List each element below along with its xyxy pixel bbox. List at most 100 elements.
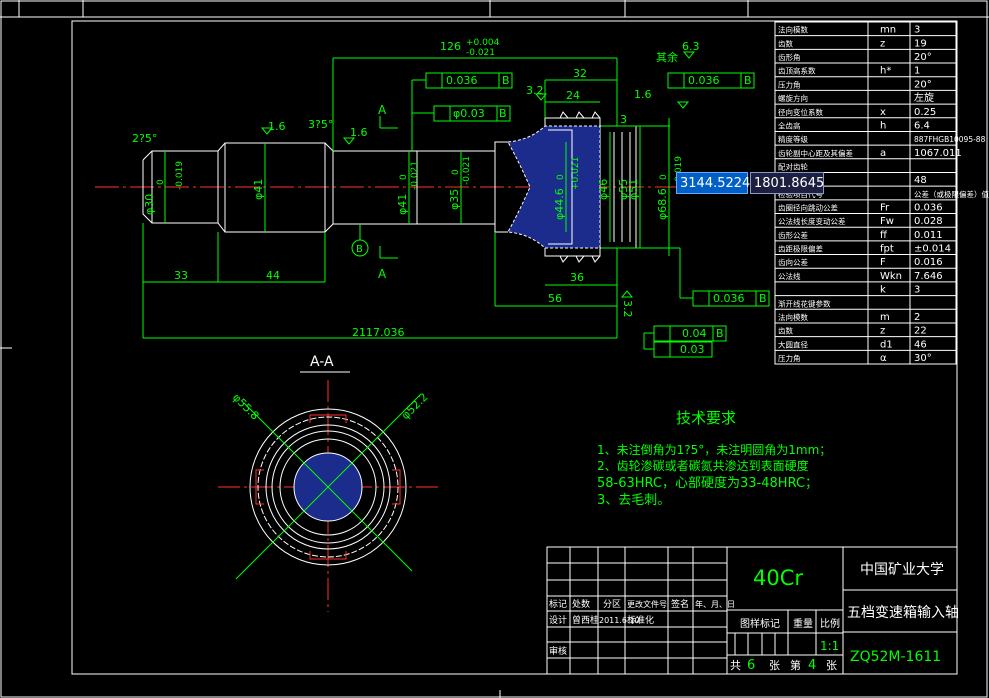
dia-35-tol0: 0 — [451, 169, 461, 175]
section-title: A-A — [310, 354, 334, 370]
param-label: 公法线 — [778, 271, 801, 281]
fcf-2-datum: B — [744, 74, 752, 87]
dia-41-tol: -0.021 — [410, 161, 420, 190]
param-value: 48 — [914, 175, 927, 186]
roughness-63: 6.3 — [682, 40, 700, 53]
dim-44: 44 — [266, 269, 280, 282]
dim-56: 56 — [548, 292, 562, 305]
dia-35-label: φ35 — [448, 189, 461, 210]
coordinate-x-input[interactable]: 3144.5224 — [676, 172, 750, 194]
param-symbol: mn — [880, 25, 896, 36]
dim-36: 36 — [570, 271, 584, 284]
scale-label: 比例 — [820, 617, 840, 630]
dim-total: 2117.036 — [352, 326, 405, 339]
dia-41-b-label: φ41 — [396, 194, 409, 215]
param-value: 1067.011 — [914, 148, 962, 159]
stage-mark-label: 图样标记 — [740, 617, 780, 630]
sheet-total-prefix: 共 — [730, 659, 741, 672]
param-value: 左旋 — [914, 91, 934, 104]
header-zone: 分区 — [603, 599, 621, 610]
param-symbol: z — [880, 326, 885, 337]
sheet-total-suffix: 张 — [769, 659, 780, 672]
roughness-32b: 3.2 — [621, 300, 634, 318]
param-label: 齿向公差 — [778, 257, 808, 267]
dim-33: 33 — [174, 269, 188, 282]
param-label: 公法线长度变动公差 — [778, 216, 846, 226]
param-label: 全齿高 — [778, 120, 801, 130]
technical-requirements: 技术要求 1、未注倒角为1?5°，未注明圆角为1mm； 2、齿轮渗碳或者碳氮共渗… — [597, 409, 831, 508]
designer-name: 曾西桂 — [572, 614, 599, 626]
sheet-number: 4 — [808, 658, 816, 673]
organization: 中国矿业大学 — [860, 562, 944, 578]
param-label: 齿数 — [778, 38, 793, 48]
tech-req-line-4: 3、去毛刺。 — [597, 493, 670, 508]
scale-value: 1:1 — [820, 639, 839, 653]
fcf-2-value: 0.036 — [688, 74, 720, 87]
header-doc: 更改文件号 — [627, 599, 667, 609]
param-label: 齿形角 — [778, 52, 801, 62]
drawing-number: ZQ52M-1611 — [850, 649, 941, 665]
dia-41-tol0: 0 — [399, 174, 409, 180]
dim-32: 32 — [573, 67, 587, 80]
roughness-16a: 1.6 — [268, 120, 286, 133]
param-value: 22 — [914, 326, 927, 337]
fcf-3-datum: B — [499, 107, 507, 120]
sheet-border — [0, 0, 989, 698]
param-symbol: F — [880, 257, 886, 268]
param-symbol: h — [880, 120, 886, 131]
param-symbol: d1 — [880, 339, 893, 350]
param-value: 0.25 — [914, 107, 936, 118]
param-value: 887FHGB10095-88 — [914, 135, 986, 144]
dia-55-label: φ55 — [617, 179, 630, 200]
param-symbol: a — [880, 148, 886, 159]
fcf-1-value: 0.036 — [446, 74, 478, 87]
param-value: 19 — [914, 38, 927, 49]
tech-req-line-2: 2、齿轮渗碳或者碳氮共渗达到表面硬度 — [597, 458, 809, 473]
dia-68-6-label: φ68.6 — [656, 188, 669, 220]
fcf-4-datum: B — [759, 292, 767, 305]
param-symbol: x — [880, 107, 886, 118]
coordinate-y-input[interactable]: 1801.8645 — [750, 172, 824, 194]
standardization-label: 标准化 — [627, 614, 654, 626]
param-value: 20° — [914, 52, 932, 63]
dia-44-tol0: 0 — [556, 174, 566, 180]
param-symbol: Wkn — [880, 271, 902, 282]
param-label: 法向模数 — [778, 312, 808, 322]
param-value: 1 — [914, 66, 920, 77]
param-value: 3 — [914, 285, 920, 296]
param-symbol: m — [880, 312, 890, 323]
fcf-5-datum: B — [716, 327, 724, 340]
roughness-note: 其余 — [656, 50, 678, 64]
param-label: 齿距极限偏差 — [778, 244, 823, 254]
weight-label: 重量 — [793, 617, 813, 630]
param-value: 30° — [914, 353, 932, 364]
sheet-no-suffix: 张 — [826, 659, 837, 672]
dia-30-label: φ30 — [143, 194, 156, 215]
param-label: 渐开线花键参数 — [778, 298, 831, 308]
cad-drawing-canvas[interactable]: .w { stroke:#ffffff; fill:none; stroke-w… — [0, 0, 989, 698]
header-mark: 标记 — [549, 598, 567, 610]
dia-41-a-label: φ41 — [252, 179, 265, 200]
param-value: 2 — [914, 312, 920, 323]
dimension-texts: 126 +0.004 -0.021 32 24 3 36 56 33 44 21… — [132, 38, 767, 356]
chamfer-375: 3?5° — [308, 118, 333, 131]
header-date: 年、月、日 — [695, 599, 735, 609]
param-label: 配对齿轮 — [778, 161, 808, 171]
fcf-6-value: 0.03 — [680, 343, 705, 356]
param-label: 径向变位系数 — [778, 107, 823, 117]
param-label: 精度等级 — [778, 134, 808, 144]
section-view-a-a: A-A φ55.8 φ52.2 — [218, 354, 440, 612]
fcf-3-value: φ0.03 — [453, 107, 485, 120]
dim-126-tol-lower: -0.021 — [466, 48, 495, 58]
fcf-1-datum: B — [502, 74, 510, 87]
param-symbol: h* — [880, 66, 891, 77]
fcf-frames — [260, 51, 770, 358]
title-block: 40Cr 中国矿业大学 五档变速箱输入轴 ZQ52M-1611 标记 处数 分区… — [546, 546, 959, 675]
param-value: 3 — [914, 25, 920, 36]
tech-req-title: 技术要求 — [676, 409, 736, 427]
param-label: 法向模数 — [778, 25, 808, 35]
param-symbol: Fw — [880, 216, 894, 227]
dim-24: 24 — [566, 89, 580, 102]
section-dia-52-2: φ52.2 — [399, 390, 431, 422]
param-symbol: k — [880, 285, 886, 296]
